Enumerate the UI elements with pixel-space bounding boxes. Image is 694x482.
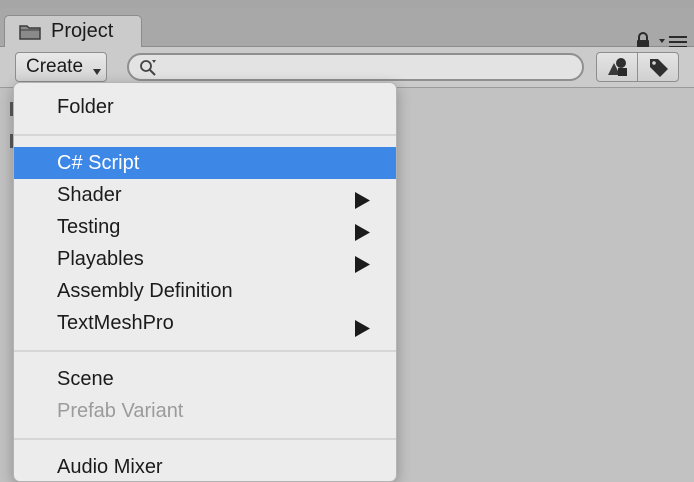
menu-item-label: Assembly Definition: [57, 280, 233, 302]
menu-item-playables[interactable]: Playables: [14, 243, 396, 275]
chevron-down-icon: [92, 63, 102, 75]
menu-item-audio-mixer[interactable]: Audio Mixer: [14, 451, 396, 481]
menu-item-prefab-variant: Prefab Variant: [14, 395, 396, 427]
filter-by-type-icon: [608, 58, 627, 76]
submenu-arrow-icon: [354, 187, 371, 209]
menu-item-assembly-definition[interactable]: Assembly Definition: [14, 275, 396, 307]
search-icon: [139, 59, 157, 77]
submenu-arrow-icon: [354, 251, 371, 273]
menu-item-shader[interactable]: Shader: [14, 179, 396, 211]
menu-item-label: Prefab Variant: [57, 400, 184, 422]
menu-item-folder[interactable]: Folder: [14, 91, 396, 123]
filter-by-type-button[interactable]: [596, 52, 638, 82]
submenu-arrow-icon: [354, 219, 371, 241]
menu-item-label: Shader: [57, 184, 122, 206]
submenu-arrow-icon: [354, 315, 371, 337]
tab-project-label: Project: [51, 20, 114, 42]
menu-item-label: C# Script: [57, 152, 140, 174]
menu-item-label: TextMeshPro: [57, 312, 174, 334]
folder-icon: [19, 24, 41, 40]
menu-separator: [14, 438, 396, 440]
search-field[interactable]: [127, 53, 584, 81]
create-dropdown-menu: Folder C# Script Shader Testing Playable…: [13, 82, 397, 482]
create-button[interactable]: Create: [15, 52, 107, 82]
menu-item-label: Testing: [57, 216, 121, 238]
menu-item-textmeshpro[interactable]: TextMeshPro: [14, 307, 396, 339]
tab-bar: Project: [0, 8, 694, 49]
menu-item-label: Folder: [57, 96, 114, 118]
filter-by-label-button[interactable]: [637, 52, 679, 82]
create-button-label: Create: [26, 56, 84, 77]
menu-item-scene[interactable]: Scene: [14, 363, 396, 395]
menu-item-label: Scene: [57, 368, 114, 390]
filter-by-label-icon: [650, 59, 668, 77]
menu-item-testing[interactable]: Testing: [14, 211, 396, 243]
menu-separator: [14, 134, 396, 136]
search-input[interactable]: [163, 57, 567, 79]
menu-item-label: Playables: [57, 248, 144, 270]
menu-item-csharp-script[interactable]: C# Script: [14, 147, 396, 179]
menu-separator: [14, 350, 396, 352]
menu-item-label: Audio Mixer: [57, 456, 163, 478]
tab-project[interactable]: Project: [4, 15, 142, 47]
